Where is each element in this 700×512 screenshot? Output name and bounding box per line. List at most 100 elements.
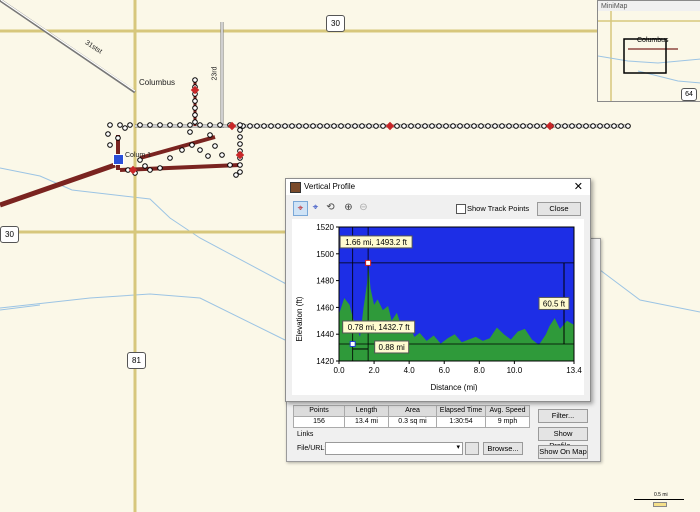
track-point[interactable] xyxy=(345,123,351,129)
track-point[interactable] xyxy=(324,123,330,129)
track-point[interactable] xyxy=(247,123,253,129)
track-point[interactable] xyxy=(366,123,372,129)
track-point[interactable] xyxy=(520,123,526,129)
crosshair-red-icon[interactable]: ⌖ xyxy=(293,201,308,216)
track-point[interactable] xyxy=(237,127,243,133)
track-point[interactable] xyxy=(373,123,379,129)
track-point[interactable] xyxy=(506,123,512,129)
track-point[interactable] xyxy=(541,123,547,129)
track-point[interactable] xyxy=(317,123,323,129)
track-point[interactable] xyxy=(227,162,233,168)
track-point[interactable] xyxy=(219,152,225,158)
track-point[interactable] xyxy=(237,162,243,168)
track-point[interactable] xyxy=(261,123,267,129)
track-point[interactable] xyxy=(177,122,183,128)
track-point[interactable] xyxy=(611,123,617,129)
track-point[interactable] xyxy=(415,123,421,129)
show-track-points-checkbox[interactable] xyxy=(456,204,466,214)
track-point[interactable] xyxy=(217,122,223,128)
track-point[interactable] xyxy=(107,142,113,148)
track-point[interactable] xyxy=(450,123,456,129)
filter-button[interactable]: Filter... xyxy=(538,409,588,423)
track-point[interactable] xyxy=(157,165,163,171)
track-point[interactable] xyxy=(275,123,281,129)
track-point[interactable] xyxy=(282,123,288,129)
track-point[interactable] xyxy=(107,122,113,128)
track-point[interactable] xyxy=(492,123,498,129)
track-point[interactable] xyxy=(569,123,575,129)
track-point[interactable] xyxy=(429,123,435,129)
vertical-profile-dialog[interactable]: Vertical Profile ✕ ⌖ ⌖ ⟲ ⊕ ⊖ Show Track … xyxy=(285,178,591,402)
show-profile-button[interactable]: Show Profile... xyxy=(538,427,588,450)
track-point[interactable] xyxy=(485,123,491,129)
track-point[interactable] xyxy=(117,122,123,128)
track-point[interactable] xyxy=(618,123,624,129)
track-point[interactable] xyxy=(408,123,414,129)
track-point[interactable] xyxy=(478,123,484,129)
track-point[interactable] xyxy=(237,122,243,128)
track-point[interactable] xyxy=(237,141,243,147)
chevron-down-icon[interactable]: ▾ xyxy=(456,443,460,451)
track-point[interactable] xyxy=(534,123,540,129)
track-point[interactable] xyxy=(359,123,365,129)
elevation-chart[interactable]: 1520 1500 1480 1460 1440 14200.0 2.0 4.0 6.0 8.0 1… xyxy=(292,219,584,395)
track-point[interactable] xyxy=(303,123,309,129)
track-point[interactable] xyxy=(443,123,449,129)
track-point[interactable] xyxy=(237,134,243,140)
close-button[interactable]: Close xyxy=(537,202,581,216)
zoom-out-icon[interactable]: ⊖ xyxy=(357,201,370,214)
track-point[interactable] xyxy=(179,147,185,153)
track-point[interactable] xyxy=(147,122,153,128)
track-point[interactable] xyxy=(207,132,213,138)
track-point[interactable] xyxy=(380,123,386,129)
open-link-icon[interactable] xyxy=(465,442,479,455)
track-point[interactable] xyxy=(192,112,198,118)
track-point[interactable] xyxy=(590,123,596,129)
track-point[interactable] xyxy=(625,123,631,129)
lasso-zoom-icon[interactable]: ⟲ xyxy=(324,201,337,214)
track-point[interactable] xyxy=(457,123,463,129)
track-point[interactable] xyxy=(576,123,582,129)
track-point[interactable] xyxy=(401,123,407,129)
track-point[interactable] xyxy=(192,105,198,111)
track-point[interactable] xyxy=(464,123,470,129)
track-point[interactable] xyxy=(212,143,218,149)
track-point[interactable] xyxy=(197,147,203,153)
crosshair-blue-icon[interactable]: ⌖ xyxy=(309,201,322,214)
track-point[interactable] xyxy=(338,123,344,129)
track-point[interactable] xyxy=(207,122,213,128)
track-point[interactable] xyxy=(422,123,428,129)
browse-button[interactable]: Browse... xyxy=(483,442,523,455)
track-point[interactable] xyxy=(268,123,274,129)
track-point[interactable] xyxy=(527,123,533,129)
track-point[interactable] xyxy=(296,123,302,129)
track-point[interactable] xyxy=(189,142,195,148)
track-point[interactable] xyxy=(105,131,111,137)
track-point[interactable] xyxy=(205,153,211,159)
track-point[interactable] xyxy=(254,123,260,129)
track-point[interactable] xyxy=(513,123,519,129)
track-point[interactable] xyxy=(331,123,337,129)
track-point[interactable] xyxy=(142,163,148,169)
track-point[interactable] xyxy=(352,123,358,129)
track-point[interactable] xyxy=(187,122,193,128)
track-point[interactable] xyxy=(167,122,173,128)
track-point[interactable] xyxy=(197,122,203,128)
track-point[interactable] xyxy=(122,125,128,131)
track-point[interactable] xyxy=(597,123,603,129)
track-point[interactable] xyxy=(137,122,143,128)
plot-area[interactable]: 1520 1500 1480 1460 1440 14200.0 2.0 4.0 6.0 8.0 1… xyxy=(316,223,582,375)
zoom-in-icon[interactable]: ⊕ xyxy=(342,201,355,214)
track-point[interactable] xyxy=(147,167,153,173)
track-point[interactable] xyxy=(233,172,239,178)
show-on-map-button[interactable]: Show On Map xyxy=(538,445,588,459)
close-icon[interactable]: ✕ xyxy=(574,180,583,193)
track-point[interactable] xyxy=(157,122,163,128)
track-point[interactable] xyxy=(562,123,568,129)
track-point[interactable] xyxy=(192,77,198,83)
title-bar[interactable]: Vertical Profile ✕ xyxy=(286,179,590,195)
waypoint-flag-icon[interactable] xyxy=(113,154,124,165)
track-point[interactable] xyxy=(583,123,589,129)
file-url-input[interactable]: ▾ xyxy=(325,442,463,455)
track-point[interactable] xyxy=(499,123,505,129)
